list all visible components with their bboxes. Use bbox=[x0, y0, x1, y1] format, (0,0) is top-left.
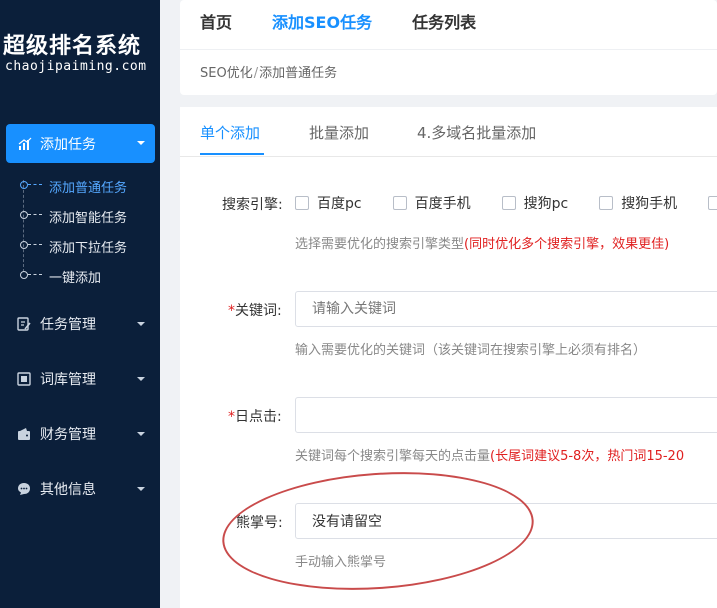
chat-bubble-icon bbox=[18, 483, 30, 495]
checkbox-next-partial[interactable] bbox=[708, 196, 717, 210]
submenu-add-task: 添加普通任务 添加智能任务 添加下拉任务 一键添加 bbox=[0, 170, 160, 290]
submenu-item-dropdown-task[interactable]: 添加下拉任务 bbox=[0, 230, 160, 260]
checkbox-box[interactable] bbox=[501, 196, 516, 210]
menu-other-info[interactable]: 其他信息 bbox=[0, 474, 160, 504]
tab-batch-add[interactable]: 批量添加 bbox=[309, 122, 369, 143]
daily-clicks-hint-emphasis: (长尾词建议5-8次，热门词15-20 bbox=[490, 449, 685, 464]
checkbox-label: 百度手机 bbox=[414, 196, 471, 212]
breadcrumb-parent[interactable]: SEO优化 bbox=[200, 66, 253, 81]
checkbox-sogou-mobile[interactable]: 搜狗手机 bbox=[599, 193, 677, 213]
submenu-item-one-click-add[interactable]: 一键添加 bbox=[0, 260, 160, 290]
dash-line bbox=[28, 244, 42, 245]
menu-lexicon-management[interactable]: 词库管理 bbox=[0, 364, 160, 394]
brand-domain: chaojipaiming.com bbox=[5, 59, 147, 74]
checkbox-label: 百度pc bbox=[317, 196, 362, 212]
form-card: 单个添加 批量添加 4.多域名批量添加 搜索引擎: 百度pc 百度手机 搜狗pc… bbox=[180, 107, 717, 608]
menu-label: 财务管理 bbox=[40, 427, 96, 443]
wallet-icon bbox=[18, 428, 30, 440]
chevron-down-icon bbox=[137, 377, 145, 381]
chart-bars-icon bbox=[18, 137, 32, 150]
breadcrumb: SEO优化/添加普通任务 bbox=[200, 62, 337, 81]
checkbox-box[interactable] bbox=[392, 196, 407, 210]
chevron-down-icon bbox=[137, 141, 145, 145]
daily-clicks-hint-text: 关键词每个搜索引擎每天的点击量 bbox=[295, 449, 491, 464]
brand-logo-text: 超级排名系统 bbox=[3, 34, 142, 59]
tab-single-add[interactable]: 单个添加 bbox=[200, 122, 260, 143]
submenu-item-label: 一键添加 bbox=[49, 271, 102, 286]
keyword-hint: 输入需要优化的关键词（该关键词在搜索引擎上必须有排名） bbox=[295, 343, 647, 358]
submenu-item-label: 添加智能任务 bbox=[49, 211, 128, 226]
tab-bar: 单个添加 批量添加 4.多域名批量添加 bbox=[180, 107, 717, 157]
header-divider bbox=[180, 49, 717, 50]
xiongzhang-input[interactable] bbox=[295, 503, 717, 539]
menu-add-task-label: 添加任务 bbox=[40, 136, 96, 153]
checkbox-sogou-pc[interactable]: 搜狗pc bbox=[501, 193, 569, 213]
dot-icon bbox=[20, 211, 28, 219]
breadcrumb-current: 添加普通任务 bbox=[259, 66, 338, 81]
daily-clicks-input[interactable] bbox=[295, 397, 717, 433]
checkbox-label: 搜狗手机 bbox=[621, 196, 678, 212]
submenu-item-normal-task[interactable]: 添加普通任务 bbox=[0, 170, 160, 200]
checkbox-baidu-mobile[interactable]: 百度手机 bbox=[392, 193, 471, 213]
menu-label: 词库管理 bbox=[40, 372, 96, 388]
dot-icon bbox=[20, 241, 28, 249]
tab-multi-domain-batch-add[interactable]: 4.多域名批量添加 bbox=[417, 122, 536, 143]
submenu-item-smart-task[interactable]: 添加智能任务 bbox=[0, 200, 160, 230]
top-nav: 首页 添加SEO任务 任务列表 bbox=[200, 9, 516, 33]
checkbox-label: 搜狗pc bbox=[523, 196, 569, 212]
engine-hint: 选择需要优化的搜索引擎类型(同时优化多个搜索引擎，效果更佳) bbox=[295, 233, 669, 252]
daily-clicks-label: *日点击: bbox=[228, 406, 282, 426]
xiongzhang-hint: 手动输入熊掌号 bbox=[295, 555, 387, 570]
checkbox-box[interactable] bbox=[295, 196, 309, 210]
menu-label: 其他信息 bbox=[40, 482, 96, 498]
chevron-down-icon bbox=[137, 487, 145, 491]
menu-add-task[interactable]: 添加任务 bbox=[6, 124, 155, 163]
engine-checkbox-group: 百度pc 百度手机 搜狗pc 搜狗手机 bbox=[295, 193, 717, 213]
daily-clicks-hint: 关键词每个搜索引擎每天的点击量(长尾词建议5-8次，热门词15-20 bbox=[295, 445, 684, 464]
edit-note-icon bbox=[17, 317, 31, 331]
nav-add-seo-task[interactable]: 添加SEO任务 bbox=[272, 9, 372, 33]
submenu-item-label: 添加下拉任务 bbox=[49, 241, 128, 256]
dash-line bbox=[28, 184, 42, 185]
submenu-item-label: 添加普通任务 bbox=[49, 181, 128, 196]
engine-hint-emphasis: (同时优化多个搜索引擎，效果更佳) bbox=[464, 237, 670, 252]
breadcrumb-separator: / bbox=[253, 66, 259, 81]
active-tab-indicator bbox=[200, 153, 264, 155]
menu-label: 任务管理 bbox=[40, 317, 96, 333]
dash-line bbox=[28, 274, 42, 275]
xiongzhang-label: 熊掌号: bbox=[236, 515, 283, 531]
daily-clicks-label-text: 日点击: bbox=[235, 409, 282, 425]
menu-finance-management[interactable]: 财务管理 bbox=[0, 419, 160, 449]
required-mark: * bbox=[228, 409, 235, 425]
required-mark: * bbox=[228, 303, 235, 319]
checkbox-box[interactable] bbox=[708, 196, 717, 210]
engine-hint-text: 选择需要优化的搜索引擎类型 bbox=[295, 237, 465, 252]
engine-label: 搜索引擎: bbox=[222, 197, 283, 213]
nav-task-list[interactable]: 任务列表 bbox=[412, 9, 476, 33]
dot-icon bbox=[20, 271, 28, 279]
sidebar: 超级排名系统 chaojipaiming.com 添加任务 添加普通任务 添加智… bbox=[0, 0, 160, 608]
menu-task-management[interactable]: 任务管理 bbox=[0, 309, 160, 339]
chevron-down-icon bbox=[137, 322, 145, 326]
book-icon bbox=[17, 372, 31, 386]
checkbox-box[interactable] bbox=[599, 196, 614, 210]
keyword-label-text: 关键词: bbox=[235, 303, 282, 319]
chevron-down-icon bbox=[137, 432, 145, 436]
nav-home[interactable]: 首页 bbox=[200, 9, 232, 33]
dash-line bbox=[28, 214, 42, 215]
keyword-label: *关键词: bbox=[228, 300, 282, 320]
checkbox-baidu-pc[interactable]: 百度pc bbox=[295, 193, 362, 213]
top-header: 首页 添加SEO任务 任务列表 SEO优化/添加普通任务 bbox=[180, 0, 717, 95]
keyword-input[interactable] bbox=[295, 291, 717, 327]
dot-icon bbox=[20, 181, 28, 189]
